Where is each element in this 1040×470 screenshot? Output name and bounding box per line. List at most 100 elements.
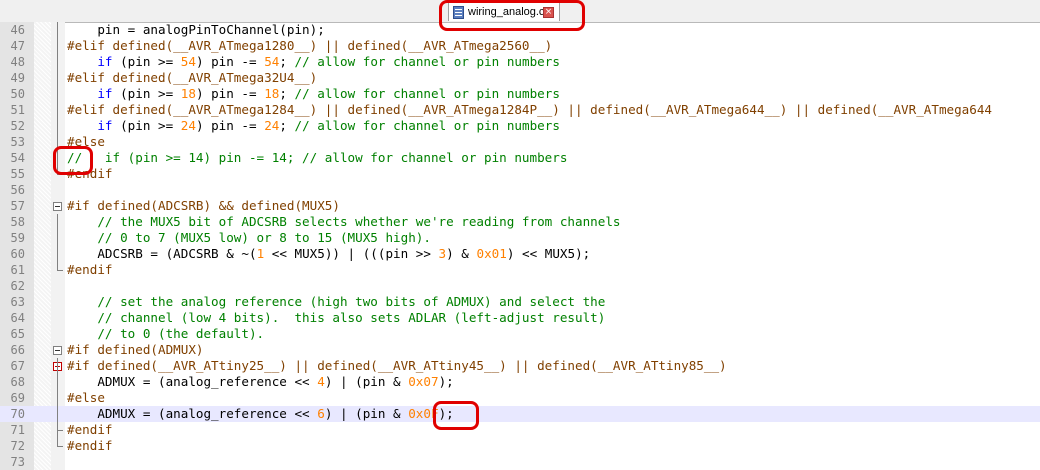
code-line[interactable]: 53 #else — [0, 134, 1040, 150]
code-token: ) pin -= — [195, 118, 265, 133]
line-number: 71 — [10, 423, 25, 437]
code-line[interactable]: 55 #endif — [0, 166, 1040, 182]
code-token: 0x01 — [476, 246, 507, 261]
code-token: (pin >= — [112, 118, 181, 133]
code-text: #else — [67, 390, 105, 406]
code-line[interactable]: 63 // set the analog reference (high two… — [0, 294, 1040, 310]
code-line[interactable]: 64 // channel (low 4 bits). this also se… — [0, 310, 1040, 326]
line-number: 68 — [10, 375, 25, 389]
code-token: 54 — [264, 54, 280, 69]
line-number: 70 — [10, 407, 25, 421]
code-text: #elif defined(__AVR_ATmega32U4__) — [67, 70, 317, 86]
code-line[interactable]: 73 — [0, 454, 1040, 470]
line-number: 66 — [10, 343, 25, 357]
code-line[interactable]: 56 — [0, 182, 1040, 198]
fold-guide — [57, 214, 58, 270]
highlight-box-hex — [433, 401, 479, 430]
code-text: ADMUX = (analog_reference << 4) | (pin &… — [67, 374, 454, 390]
code-editor[interactable]: 46 pin = analogPinToChannel(pin); 47 #elif… — [0, 22, 1040, 470]
code-token: ); — [438, 374, 454, 389]
code-token: 3 — [438, 246, 447, 261]
line-number: 59 — [10, 231, 25, 245]
code-line[interactable]: 51 #elif defined(__AVR_ATmega1284__) || d… — [0, 102, 1040, 118]
code-token: #endif — [67, 438, 113, 453]
code-token: ) << MUX5); — [506, 246, 591, 261]
code-line[interactable]: 57 #if defined(ADCSRB) && defined(MUX5) — [0, 198, 1040, 214]
code-line[interactable]: 72 #endif — [0, 438, 1040, 454]
line-number: 63 — [10, 295, 25, 309]
code-line[interactable]: 48 if (pin >= 54) pin -= 54; // allow fo… — [0, 54, 1040, 70]
code-line[interactable]: 59 // 0 to 7 (MUX5 low) or 8 to 15 (MUX5… — [0, 230, 1040, 246]
fold-toggle-icon[interactable] — [53, 202, 62, 211]
code-token: << MUX5)) | (((pin >> — [264, 246, 439, 261]
code-text: #elif defined(__AVR_ATmega1284__) || def… — [67, 102, 992, 118]
code-token: #elif defined(__AVR_ATmega32U4__) — [67, 70, 318, 85]
code-token: // the MUX5 bit of ADCSRB selects whethe… — [67, 214, 621, 229]
code-text: #endif — [67, 438, 113, 454]
code-line[interactable]: 50 if (pin >= 18) pin -= 18; // allow fo… — [0, 86, 1040, 102]
code-token: ADMUX = (analog_reference << — [67, 406, 318, 421]
line-number: 48 — [10, 55, 25, 69]
code-line[interactable]: 60 ADCSRB = (ADCSRB & ~(1 << MUX5)) | ((… — [0, 246, 1040, 262]
code-token: if — [97, 54, 113, 69]
code-token: ) | (pin & — [324, 406, 409, 421]
code-token: #endif — [67, 262, 113, 277]
code-line[interactable]: 68 ADMUX = (analog_reference << 4) | (pi… — [0, 374, 1040, 390]
line-number: 73 — [10, 455, 25, 469]
code-token: // set the analog reference (high two bi… — [67, 294, 606, 309]
code-line[interactable]: 58 // the MUX5 bit of ADCSRB selects whe… — [0, 214, 1040, 230]
line-number: 56 — [10, 183, 25, 197]
code-line[interactable]: 52 if (pin >= 24) pin -= 24; // allow fo… — [0, 118, 1040, 134]
code-token: // if (pin >= 14) pin -= 14; // allow fo… — [67, 150, 568, 165]
code-token: ) | (pin & — [324, 374, 409, 389]
code-text: // the MUX5 bit of ADCSRB selects whethe… — [67, 214, 621, 230]
code-token: // channel (low 4 bits). this also sets … — [67, 310, 606, 325]
code-token: if — [97, 118, 113, 133]
code-line[interactable]: 62 — [0, 278, 1040, 294]
code-token: ; — [279, 118, 295, 133]
code-token: // allow for channel or pin numbers — [294, 118, 560, 133]
fold-guide — [57, 358, 58, 446]
line-number: 72 — [10, 439, 25, 453]
code-text: #elif defined(__AVR_ATmega1280__) || def… — [67, 38, 552, 54]
code-token: // allow for channel or pin numbers — [294, 54, 560, 69]
code-token: 4 — [317, 374, 325, 389]
fold-toggle-icon[interactable] — [53, 346, 62, 355]
code-line[interactable]: 49 #elif defined(__AVR_ATmega32U4__) — [0, 70, 1040, 86]
code-token: // to 0 (the default). — [67, 326, 265, 341]
code-token: (pin >= — [112, 54, 181, 69]
fold-end-tick — [57, 446, 63, 447]
code-text: if (pin >= 54) pin -= 54; // allow for c… — [67, 54, 560, 70]
code-token: #if defined(__AVR_ATtiny25__) || defined… — [67, 358, 727, 373]
code-token: 24 — [180, 118, 196, 133]
code-text: #endif — [67, 262, 113, 278]
code-token: #elif defined(__AVR_ATmega1284__) || def… — [67, 102, 993, 117]
code-line[interactable]: 65 // to 0 (the default). — [0, 326, 1040, 342]
code-token: #endif — [67, 422, 113, 437]
code-token: #else — [67, 390, 105, 405]
code-text: if (pin >= 24) pin -= 24; // allow for c… — [67, 118, 560, 134]
code-line[interactable]: 61 #endif — [0, 262, 1040, 278]
code-line[interactable]: 47 #elif defined(__AVR_ATmega1280__) || d… — [0, 38, 1040, 54]
code-line[interactable]: 69 #else — [0, 390, 1040, 406]
code-text: ADCSRB = (ADCSRB & ~(1 << MUX5)) | (((pi… — [67, 246, 590, 262]
line-number: 55 — [10, 167, 25, 181]
line-number: 61 — [10, 263, 25, 277]
line-number: 49 — [10, 71, 25, 85]
line-number: 52 — [10, 119, 25, 133]
code-token: ) pin -= — [195, 86, 265, 101]
line-number: 54 — [10, 151, 25, 165]
code-line[interactable]: 71 #endif — [0, 422, 1040, 438]
code-line[interactable]: 54 // if (pin >= 14) pin -= 14; // allow … — [0, 150, 1040, 166]
line-number: 53 — [10, 135, 25, 149]
code-line[interactable]: 66 #if defined(ADMUX) — [0, 342, 1040, 358]
code-token: ADCSRB = (ADCSRB & ~( — [67, 246, 257, 261]
code-text: #if defined(__AVR_ATtiny25__) || defined… — [67, 358, 727, 374]
code-line[interactable]: 67 #if defined(__AVR_ATtiny25__) || defin… — [0, 358, 1040, 374]
line-number: 57 — [10, 199, 25, 213]
code-line[interactable]: 70 ADMUX = (analog_reference << 6) | (pi… — [0, 406, 1040, 422]
code-token: 24 — [264, 118, 280, 133]
code-token: ) pin -= — [195, 54, 265, 69]
